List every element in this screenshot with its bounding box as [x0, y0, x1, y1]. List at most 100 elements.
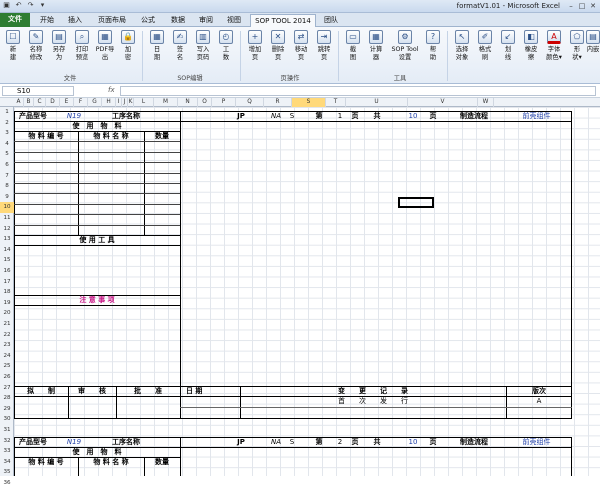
tab-home[interactable]: 开始	[34, 14, 60, 27]
row-header-5[interactable]: 5	[0, 149, 14, 160]
row-header-33[interactable]: 33	[0, 446, 14, 457]
row-header-15[interactable]: 15	[0, 255, 14, 266]
column-header-H[interactable]: H	[102, 98, 116, 107]
row-header-22[interactable]: 22	[0, 330, 14, 341]
delete-page-button[interactable]: ✕ 删除 页	[267, 30, 289, 62]
column-header-P[interactable]: P	[212, 98, 236, 107]
row-header-18[interactable]: 18	[0, 287, 14, 298]
jump-page-button[interactable]: ⇥ 跳转 页	[313, 30, 335, 62]
column-header-D[interactable]: D	[46, 98, 60, 107]
calculator-button[interactable]: ▦ 计算 器	[365, 30, 387, 62]
selected-cell[interactable]	[398, 197, 434, 208]
row-header-4[interactable]: 4	[0, 139, 14, 150]
row-header-35[interactable]: 35	[0, 467, 14, 478]
undo-icon[interactable]: ↶	[14, 1, 23, 10]
row-header-17[interactable]: 17	[0, 277, 14, 288]
formula-input[interactable]	[120, 86, 596, 96]
tab-sop-tool[interactable]: SOP TOOL 2014	[250, 14, 316, 27]
minimize-button[interactable]: –	[566, 0, 576, 12]
date-button[interactable]: ▦ 日 期	[146, 30, 168, 62]
tab-data[interactable]: 数据	[166, 14, 190, 27]
row-header-13[interactable]: 13	[0, 234, 14, 245]
print-preview-button[interactable]: ⌕ 打印 预览	[71, 30, 93, 62]
row-header-7[interactable]: 7	[0, 171, 14, 182]
row-header-29[interactable]: 29	[0, 404, 14, 415]
redo-icon[interactable]: ↷	[26, 1, 35, 10]
work-count-button[interactable]: ◴ 工 数	[215, 30, 237, 62]
row-header-10[interactable]: 10	[0, 202, 14, 213]
row-header-14[interactable]: 14	[0, 245, 14, 256]
tab-page-layout[interactable]: 页面布局	[92, 14, 132, 27]
column-header-C[interactable]: C	[34, 98, 46, 107]
sop-tool-settings-button[interactable]: ⚙ SOP Tool 设置	[390, 30, 420, 62]
row-header-6[interactable]: 6	[0, 160, 14, 171]
row-header-27[interactable]: 27	[0, 383, 14, 394]
column-header-N[interactable]: N	[178, 98, 198, 107]
row-header-11[interactable]: 11	[0, 213, 14, 224]
move-page-button[interactable]: ⇄ 移动 页	[290, 30, 312, 62]
row-header-30[interactable]: 30	[0, 414, 14, 425]
row-header-23[interactable]: 23	[0, 340, 14, 351]
write-page-number-button[interactable]: ▥ 写入 页码	[192, 30, 214, 62]
worksheet[interactable]: 产品型号 N19 工序名称 JP NA S 第 1 页 共 10 页 制造流程 …	[14, 107, 600, 476]
help-button[interactable]: ? 帮 助	[422, 30, 444, 62]
column-header-A[interactable]: A	[14, 98, 24, 107]
row-header-9[interactable]: 9	[0, 192, 14, 203]
tab-review[interactable]: 审阅	[194, 14, 218, 27]
column-header-G[interactable]: G	[88, 98, 102, 107]
tab-formulas[interactable]: 公式	[136, 14, 160, 27]
fx-icon[interactable]: fx	[108, 86, 115, 94]
column-header-V[interactable]: V	[408, 98, 478, 107]
close-button[interactable]: ✕	[588, 0, 598, 12]
column-header-M[interactable]: M	[154, 98, 178, 107]
maximize-button[interactable]: □	[577, 0, 587, 12]
screenshot-button[interactable]: ▭ 截 图	[342, 30, 364, 62]
row-header-16[interactable]: 16	[0, 266, 14, 277]
column-header-O[interactable]: O	[198, 98, 212, 107]
tab-team[interactable]: 团队	[320, 14, 342, 27]
draw-line-button[interactable]: ↙ 划 线	[497, 30, 519, 62]
pdf-export-button[interactable]: ▦ PDF导 出	[94, 30, 116, 62]
row-header-19[interactable]: 19	[0, 298, 14, 309]
column-header-B[interactable]: B	[24, 98, 34, 107]
row-header-24[interactable]: 24	[0, 351, 14, 362]
new-button[interactable]: ☐ 新 建	[2, 30, 24, 62]
name-box[interactable]: S10	[2, 86, 74, 96]
tab-view[interactable]: 视图	[222, 14, 246, 27]
product-model-value-p2[interactable]: N19	[54, 437, 94, 447]
column-header-W[interactable]: W	[478, 98, 494, 107]
customize-qat-icon[interactable]: ▾	[38, 1, 47, 10]
column-header-R[interactable]: R	[264, 98, 292, 107]
column-header-F[interactable]: F	[74, 98, 88, 107]
tab-insert[interactable]: 插入	[62, 14, 88, 27]
select-object-button[interactable]: ↖ 选择 对象	[451, 30, 473, 62]
eraser-button[interactable]: ◧ 橡皮 擦	[520, 30, 542, 62]
process-flow-value[interactable]: 前壳组件	[509, 111, 564, 121]
add-page-button[interactable]: + 增加 页	[244, 30, 266, 62]
column-header-S[interactable]: S	[292, 98, 326, 107]
tab-file[interactable]: 文件	[0, 13, 30, 27]
font-color-button[interactable]: A 字体 颜色▾	[543, 30, 565, 62]
row-header-25[interactable]: 25	[0, 361, 14, 372]
row-header-20[interactable]: 20	[0, 308, 14, 319]
row-header-3[interactable]: 3	[0, 128, 14, 139]
column-header-L[interactable]: L	[134, 98, 154, 107]
encrypt-button[interactable]: 🔒 加 密	[117, 30, 139, 62]
row-header-12[interactable]: 12	[0, 224, 14, 235]
column-header-Q[interactable]: Q	[236, 98, 264, 107]
process-flow-value-p2[interactable]: 前壳组件	[509, 437, 564, 447]
product-model-value[interactable]: N19	[54, 111, 94, 121]
column-header-U[interactable]: U	[346, 98, 408, 107]
row-header-32[interactable]: 32	[0, 436, 14, 447]
row-header-21[interactable]: 21	[0, 319, 14, 330]
embed-button[interactable]: ▤ 内嵌	[586, 30, 600, 54]
rename-button[interactable]: ✎ 名称 修改	[25, 30, 47, 62]
shapes-button[interactable]: ⬠ 形 状▾	[566, 30, 588, 62]
row-header-28[interactable]: 28	[0, 393, 14, 404]
column-header-E[interactable]: E	[60, 98, 74, 107]
row-header-26[interactable]: 26	[0, 372, 14, 383]
row-header-36[interactable]: 36	[0, 478, 14, 489]
save-as-button[interactable]: ▤ 另存 为	[48, 30, 70, 62]
row-header-34[interactable]: 34	[0, 457, 14, 468]
save-icon[interactable]: ▣	[2, 1, 11, 10]
